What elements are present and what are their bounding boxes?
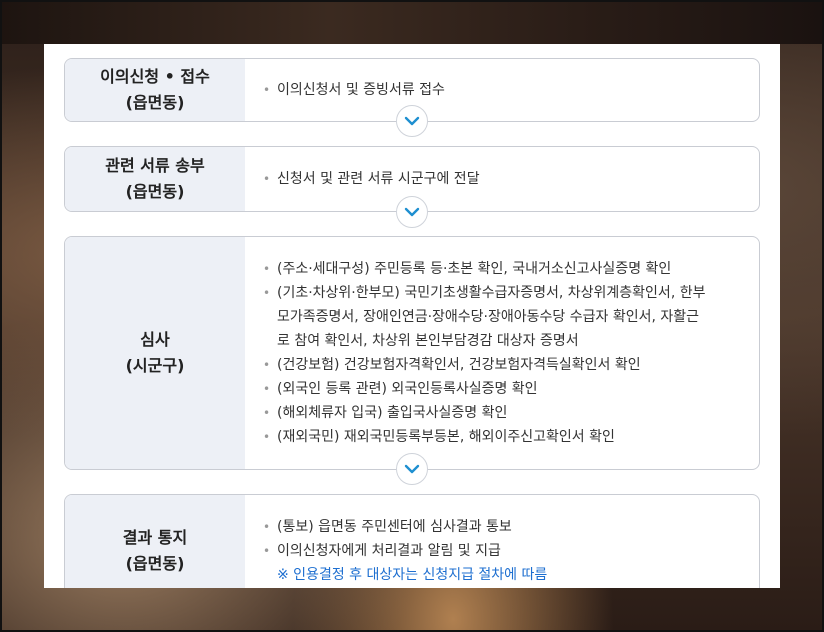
step-agency: (읍면동) <box>125 93 185 112</box>
list-item-line: (기초·차상위·한부모) 국민기초생활수급자증명서, 차상위계층확인서, 한부 <box>277 285 706 301</box>
background-top-strip <box>0 0 824 44</box>
step-agency: (시군구) <box>125 356 185 375</box>
step-header: 결과 통지 (읍면동) <box>65 495 245 588</box>
list-item: 신청서 및 관련 서류 시군구에 전달 <box>263 167 743 191</box>
list-item: (통보) 읍면동 주민센터에 심사결과 통보 <box>263 515 743 539</box>
list-item: 이의신청서 및 증빙서류 접수 <box>263 78 743 102</box>
step-content: 신청서 및 관련 서류 시군구에 전달 <box>245 147 759 211</box>
list-item: (주소·세대구성) 주민등록 등·초본 확인, 국내거소신고사실증명 확인 <box>263 257 743 281</box>
step-title: 심사 <box>140 330 170 349</box>
list-item: (건강보험) 건강보험자격확인서, 건강보험자격득실확인서 확인 <box>263 353 743 377</box>
step-content: 이의신청서 및 증빙서류 접수 <box>245 59 759 121</box>
note-text: ※ 인용결정 후 대상자는 신청지급 절차에 따름 <box>277 567 548 583</box>
step-title: 결과 통지 <box>122 528 188 547</box>
list-item: (재외국민) 재외국민등록부등본, 해외이주신고확인서 확인 <box>263 425 743 449</box>
list-item-line: 로 참여 확인서, 차상위 본인부담경감 대상자 증명서 <box>277 333 579 349</box>
step-header: 이의신청 • 접수 (읍면동) <box>65 59 245 121</box>
step-title: 이의신청 • 접수 <box>100 67 210 86</box>
step-header: 관련 서류 송부 (읍면동) <box>65 147 245 211</box>
step-content: (통보) 읍면동 주민센터에 심사결과 통보 이의신청자에게 처리결과 알림 및… <box>245 495 759 588</box>
step-agency: (읍면동) <box>125 554 185 573</box>
step-title: 관련 서류 송부 <box>105 156 205 175</box>
step-result-notice: 결과 통지 (읍면동) (통보) 읍면동 주민센터에 심사결과 통보 이의신청자… <box>64 494 760 588</box>
list-item: (외국인 등록 관련) 외국인등록사실증명 확인 <box>263 377 743 401</box>
step-content: (주소·세대구성) 주민등록 등·초본 확인, 국내거소신고사실증명 확인 (기… <box>245 237 759 469</box>
chevron-down-icon <box>396 105 428 137</box>
step-header: 심사 (시군구) <box>65 237 245 469</box>
list-item: (해외체류자 입국) 출입국사실증명 확인 <box>263 401 743 425</box>
step-review: 심사 (시군구) (주소·세대구성) 주민등록 등·초본 확인, 국내거소신고사… <box>64 236 760 470</box>
list-item: 이의신청자에게 처리결과 알림 및 지급 <box>263 539 743 563</box>
process-panel: 이의신청 • 접수 (읍면동) 이의신청서 및 증빙서류 접수 관련 서류 송부… <box>44 44 780 588</box>
chevron-down-icon <box>396 196 428 228</box>
list-item: (기초·차상위·한부모) 국민기초생활수급자증명서, 차상위계층확인서, 한부 … <box>263 281 743 353</box>
chevron-down-icon <box>396 453 428 485</box>
step-agency: (읍면동) <box>125 182 185 201</box>
list-item-line: 모가족증명서, 장애인연금·장애수당·장애아동수당 수급자 확인서, 자활근 <box>277 309 699 325</box>
